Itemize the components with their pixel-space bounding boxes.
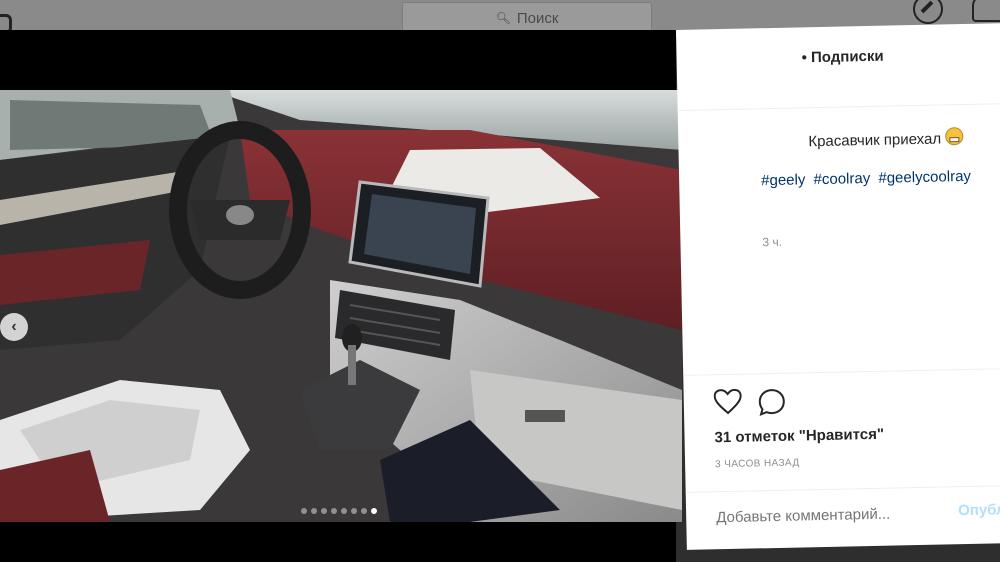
post-details-panel: • Подписки Красавчик приехал #geely #coo…: [676, 23, 1000, 550]
car-interior-image: [0, 90, 682, 522]
hashtag-link[interactable]: #geelycoolray: [878, 168, 971, 187]
likes-count[interactable]: 31 отметок "Нравится": [714, 426, 884, 447]
panel-header: • Подписки: [676, 23, 1000, 111]
divider: [683, 368, 1000, 376]
carousel-dot: [351, 508, 357, 514]
search-icon: 🔍︎: [495, 11, 511, 25]
post-caption: Красавчик приехал: [808, 127, 964, 151]
following-link[interactable]: • Подписки: [801, 48, 883, 67]
carousel-dot: [361, 508, 367, 514]
hashtag-list: #geely #coolray #geelycoolray: [761, 168, 975, 189]
search-placeholder: Поиск: [516, 9, 559, 27]
caption-timestamp: 3 ч.: [762, 234, 783, 250]
carousel-indicator: [301, 508, 377, 514]
previous-photo-button[interactable]: ‹: [0, 313, 28, 341]
hashtag-link[interactable]: #geely: [761, 171, 806, 189]
photo-viewer: ‹: [0, 30, 682, 562]
carousel-dot: [341, 508, 347, 514]
carousel-dot: [311, 508, 317, 514]
activity-icon[interactable]: [972, 0, 1000, 22]
carousel-dot-active: [371, 508, 377, 514]
explore-compass-icon[interactable]: [913, 0, 943, 24]
post-photo[interactable]: [0, 90, 682, 522]
comment-input[interactable]: [716, 504, 947, 527]
carousel-dot: [321, 508, 327, 514]
grimacing-emoji-icon: [944, 127, 964, 146]
carousel-dot: [331, 508, 337, 514]
comment-bubble-icon[interactable]: [758, 388, 787, 417]
caption-text: Красавчик приехал: [808, 130, 942, 151]
hashtag-link[interactable]: #coolray: [813, 170, 870, 188]
post-time-ago: 3 ЧАСОВ НАЗАД: [714, 457, 800, 471]
heart-like-icon[interactable]: [713, 388, 743, 416]
publish-comment-button[interactable]: Опубли: [958, 501, 1000, 519]
carousel-dot: [301, 508, 307, 514]
divider: [685, 485, 1000, 493]
